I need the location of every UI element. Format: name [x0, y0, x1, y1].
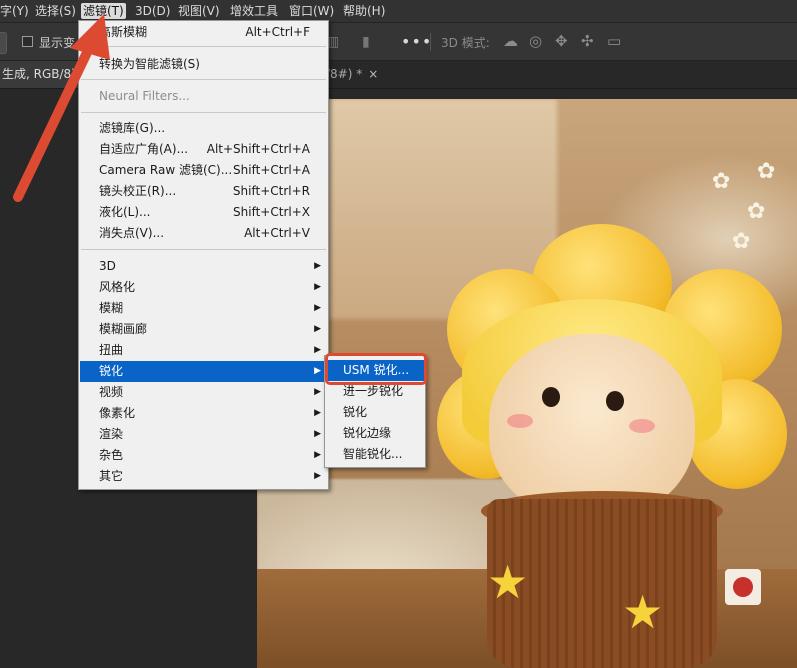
annotation-arrow-icon: [13, 14, 110, 202]
